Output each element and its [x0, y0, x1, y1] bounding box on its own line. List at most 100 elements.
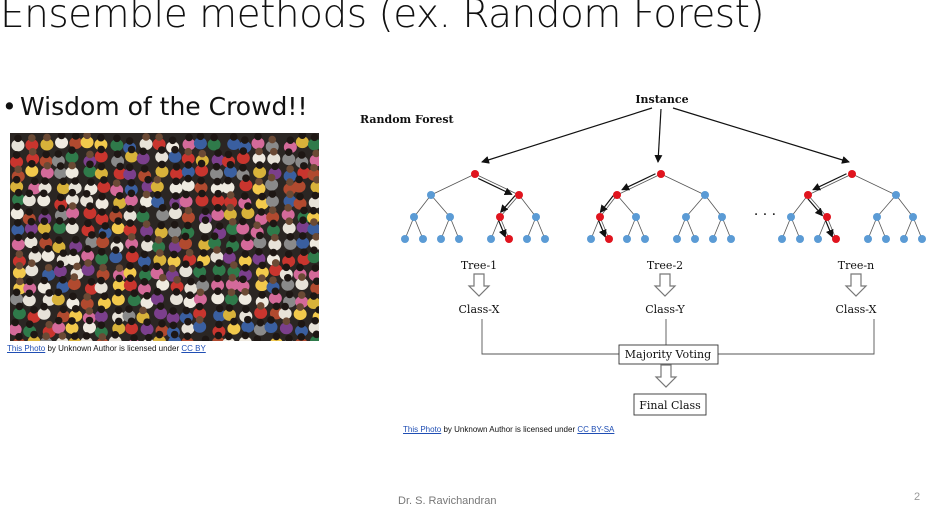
tree-node	[641, 235, 649, 243]
instance-arrow-1	[481, 107, 653, 164]
person-head	[286, 178, 294, 186]
tree-node	[682, 213, 690, 221]
person-head	[28, 134, 36, 142]
tree-edge	[518, 194, 537, 218]
person-head	[45, 289, 54, 297]
person-head	[281, 302, 289, 311]
person-head	[98, 333, 107, 341]
person-head	[284, 148, 293, 156]
person-head	[68, 217, 77, 225]
person-head	[268, 135, 277, 144]
tree-edge	[685, 194, 706, 218]
person-head	[73, 262, 81, 271]
person-head	[297, 333, 306, 341]
person-head	[41, 232, 50, 240]
tree-node	[701, 191, 709, 199]
license-link[interactable]: CC BY	[181, 344, 205, 353]
person-head	[15, 250, 24, 258]
person-head	[229, 133, 238, 141]
credit-text: by Unknown Author is licensed under	[45, 344, 182, 353]
tree-node	[410, 213, 418, 221]
person-head	[15, 302, 24, 311]
photo-link[interactable]: This Photo	[403, 425, 441, 434]
tree-node	[437, 235, 445, 243]
person-head	[130, 289, 139, 297]
tree-node	[419, 235, 427, 243]
person-head	[59, 305, 68, 314]
person-head	[15, 333, 23, 341]
person-head	[230, 261, 238, 269]
selected-node	[848, 170, 856, 178]
tree-edge	[790, 194, 809, 218]
bullet-text: Wisdom of the Crowd!!	[20, 92, 308, 121]
person-head	[14, 134, 22, 143]
person-head	[239, 147, 248, 155]
person-head	[170, 330, 179, 339]
person-head	[30, 177, 39, 186]
person-head	[255, 147, 263, 156]
person-head	[214, 189, 222, 198]
person-head	[215, 222, 224, 230]
person-head	[226, 203, 235, 212]
person-head	[170, 250, 178, 259]
person-head	[184, 317, 192, 326]
person-head	[127, 233, 136, 241]
selected-node	[605, 235, 613, 243]
person-head	[239, 275, 247, 284]
person-head	[258, 291, 267, 299]
tree-node	[882, 235, 890, 243]
person-head	[282, 317, 291, 326]
person-head	[224, 150, 233, 159]
person-head	[198, 189, 206, 198]
person-head	[97, 305, 106, 314]
person-head	[199, 249, 208, 257]
path-arrow	[621, 173, 656, 191]
person-head	[59, 275, 67, 284]
person-head	[25, 189, 34, 198]
person-head	[196, 288, 205, 297]
person-head	[97, 145, 106, 154]
person-head	[68, 202, 77, 210]
person-head	[114, 217, 122, 225]
person-head	[130, 334, 138, 341]
person-head	[43, 133, 51, 142]
person-head	[311, 191, 319, 200]
license-link[interactable]: CC BY-SA	[577, 425, 614, 434]
person-head	[139, 147, 147, 156]
tree-node	[787, 213, 795, 221]
tree-node	[487, 235, 495, 243]
tree-node	[532, 213, 540, 221]
person-head	[171, 202, 180, 210]
photo-link[interactable]: This Photo	[7, 344, 45, 353]
person-head	[272, 332, 281, 341]
person-head	[197, 159, 206, 168]
person-head	[271, 233, 279, 242]
tree-node	[796, 235, 804, 243]
person-head	[25, 320, 34, 329]
person-head	[12, 288, 21, 297]
person-head	[182, 260, 190, 268]
person-head	[12, 175, 21, 184]
page-number: 2	[914, 491, 921, 503]
person-head	[125, 305, 133, 313]
person-head	[285, 290, 294, 299]
person-head	[15, 261, 24, 270]
person-head	[153, 190, 162, 199]
person-head	[253, 335, 262, 341]
person-head	[99, 263, 107, 272]
person-head	[225, 304, 234, 312]
person-head	[210, 232, 219, 240]
person-head	[56, 162, 65, 170]
selected-node	[515, 191, 523, 199]
tree-node	[691, 235, 699, 243]
person-head	[295, 175, 303, 184]
person-head	[241, 136, 249, 144]
person-head	[97, 321, 106, 329]
person-head	[158, 204, 167, 212]
selected-node	[505, 235, 513, 243]
tree-edge	[807, 173, 853, 196]
path-arrow	[478, 177, 513, 196]
person-head	[198, 149, 207, 158]
person-head	[171, 145, 179, 154]
person-head	[125, 137, 134, 145]
